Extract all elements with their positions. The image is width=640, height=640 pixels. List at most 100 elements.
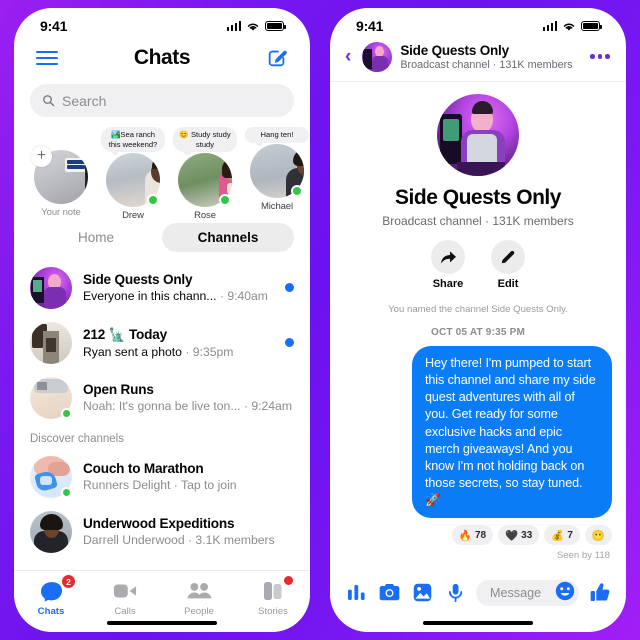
more-options-icon[interactable] — [590, 54, 612, 59]
photo-gallery-icon[interactable] — [410, 580, 434, 604]
chat-texts: Underwood Expeditions Darrell Underwood … — [83, 516, 294, 547]
page-title: Chats — [133, 46, 191, 69]
home-channels-tabs[interactable]: Home Channels — [14, 221, 310, 260]
chat-name: Open Runs — [83, 382, 154, 397]
chat-list: Side Quests Only Everyone in this chann.… — [14, 260, 310, 559]
reaction-emoji: 🖤 — [505, 529, 519, 542]
tab-home[interactable]: Home — [30, 223, 162, 252]
tab-label: Stories — [258, 606, 288, 617]
unread-indicator — [285, 283, 294, 292]
reaction-emoji: 🔥 — [458, 529, 472, 542]
back-chevron-icon[interactable]: ‹ — [342, 46, 354, 68]
edit-button[interactable]: Edit — [491, 240, 525, 290]
reaction-emoji: 😶 — [591, 529, 605, 542]
hamburger-menu-icon[interactable] — [36, 47, 58, 69]
online-status-dot — [61, 407, 72, 419]
tab-people[interactable]: People — [162, 579, 236, 617]
chat-snippet: Runners Delight · Tap to join — [83, 478, 237, 492]
microphone-icon[interactable] — [443, 580, 467, 604]
chat-snippet: Darrell Underwood · 3.1K members — [83, 533, 275, 547]
note-label: Your note — [41, 207, 81, 218]
tab-channels[interactable]: Channels — [162, 223, 294, 252]
message-bubble-outgoing[interactable]: Hey there! I'm pumped to start this chan… — [412, 346, 612, 519]
chat-row-side-quests-only[interactable]: Side Quests Only Everyone in this chann.… — [14, 260, 310, 315]
status-icons — [542, 21, 603, 32]
channel-title: Side Quests Only — [400, 42, 509, 58]
your-note-avatar[interactable]: + — [31, 146, 88, 204]
camera-icon[interactable] — [377, 580, 401, 604]
channel-meta: Broadcast channel · 131K members — [382, 214, 574, 228]
note-item-michael[interactable]: Hang ten! Michael — [244, 127, 310, 219]
212-today-avatar[interactable] — [30, 321, 72, 364]
chat-texts: Couch to Marathon Runners Delight · Tap … — [83, 461, 294, 492]
chats-icon: 2 — [14, 574, 88, 603]
unread-indicator — [285, 338, 294, 347]
chat-row-open-runs[interactable]: Open Runs Noah: It's gonna be live ton..… — [14, 370, 310, 425]
share-button[interactable]: Share — [431, 240, 465, 290]
notes-carousel[interactable]: + Your note 🏞️Sea ranch this weekend? Dr… — [14, 125, 310, 221]
side-quests-avatar[interactable] — [30, 266, 72, 309]
wifi-icon — [247, 23, 259, 31]
chat-name: 212 🗽 Today — [83, 326, 167, 342]
seen-by-label: Seen by 118 — [556, 550, 610, 562]
share-arrow-icon — [431, 240, 465, 274]
channel-profile: Side Quests Only Broadcast channel · 131… — [330, 82, 626, 228]
status-time: 9:41 — [356, 18, 384, 34]
people-icon — [162, 579, 236, 603]
reaction-pill[interactable]: 💰 7 — [544, 525, 580, 546]
chat-name: Couch to Marathon — [83, 461, 204, 476]
channel-name: Side Quests Only — [395, 186, 561, 209]
reaction-pill[interactable]: 🖤 33 — [498, 525, 540, 546]
chat-name: Underwood Expeditions — [83, 516, 235, 531]
reaction-count: 7 — [567, 529, 573, 541]
channel-header-texts: Side Quests Only Broadcast channel · 131… — [400, 43, 582, 71]
underwood-expeditions-avatar[interactable] — [30, 510, 72, 553]
reaction-pills: 🔥 78 🖤 33 💰 7 😶 — [330, 525, 612, 546]
home-indicator — [107, 620, 217, 625]
status-icons — [226, 21, 287, 32]
chat-row-underwood-expeditions[interactable]: Underwood Expeditions Darrell Underwood … — [14, 504, 310, 559]
channel-subtitle: Broadcast channel · 131K members — [400, 58, 573, 71]
couch-to-marathon-avatar[interactable] — [30, 455, 72, 498]
search-placeholder: Search — [62, 92, 107, 109]
chat-row-couch-to-marathon[interactable]: Couch to Marathon Runners Delight · Tap … — [14, 449, 310, 504]
rose-avatar[interactable] — [178, 153, 232, 208]
chat-texts: 212 🗽 Today Ryan sent a photo · 9:35pm — [83, 327, 274, 359]
chat-row-212-today[interactable]: 212 🗽 Today Ryan sent a photo · 9:35pm — [14, 315, 310, 370]
note-bubble: 😊 Study study study — [173, 127, 237, 156]
edit-pencil-icon — [491, 240, 525, 274]
message-placeholder: Message — [490, 586, 542, 600]
michael-avatar[interactable] — [250, 143, 304, 198]
note-item-your-note[interactable]: + Your note — [28, 127, 94, 219]
polls-bar-chart-icon[interactable] — [344, 580, 368, 604]
battery-full-icon — [265, 21, 287, 31]
chat-name: Side Quests Only — [83, 272, 193, 287]
compose-new-message-icon[interactable] — [266, 47, 288, 69]
search-input[interactable]: Search — [30, 84, 294, 117]
video-call-icon — [88, 579, 162, 603]
side-quests-avatar[interactable] — [362, 41, 393, 72]
signal-bars-icon — [542, 21, 557, 31]
tab-chats[interactable]: 2 Chats — [14, 574, 88, 617]
add-note-plus-icon[interactable]: + — [31, 146, 52, 167]
phone-right-channel: 9:41 ‹ Side Quests Only Broadcast channe… — [330, 8, 626, 632]
message-input[interactable]: Message — [476, 580, 579, 606]
note-item-rose[interactable]: 😊 Study study study Rose — [172, 127, 238, 221]
stories-icon — [236, 575, 310, 603]
note-bubble: 🏞️Sea ranch this weekend? — [101, 127, 165, 156]
add-reaction-pill[interactable]: 😶 — [584, 525, 612, 546]
tab-calls[interactable]: Calls — [88, 579, 162, 617]
phone-left-chats: 9:41 Chats Search + Your note 🏞️Sea ranc… — [14, 8, 310, 632]
chat-texts: Open Runs Noah: It's gonna be live ton..… — [83, 382, 294, 413]
side-quests-large-avatar[interactable] — [437, 94, 519, 176]
drew-avatar[interactable] — [106, 153, 160, 208]
tab-label: Chats — [37, 606, 65, 617]
open-runs-avatar[interactable] — [30, 376, 72, 419]
channel-actions: Share Edit — [330, 240, 626, 290]
thumbs-up-icon[interactable] — [588, 580, 612, 604]
tab-stories[interactable]: Stories — [236, 575, 310, 617]
reaction-pill[interactable]: 🔥 78 — [451, 525, 494, 546]
note-item-drew[interactable]: 🏞️Sea ranch this weekend? Drew — [100, 127, 166, 221]
emoji-smiley-icon[interactable] — [555, 581, 575, 606]
note-label: Drew — [122, 210, 144, 221]
